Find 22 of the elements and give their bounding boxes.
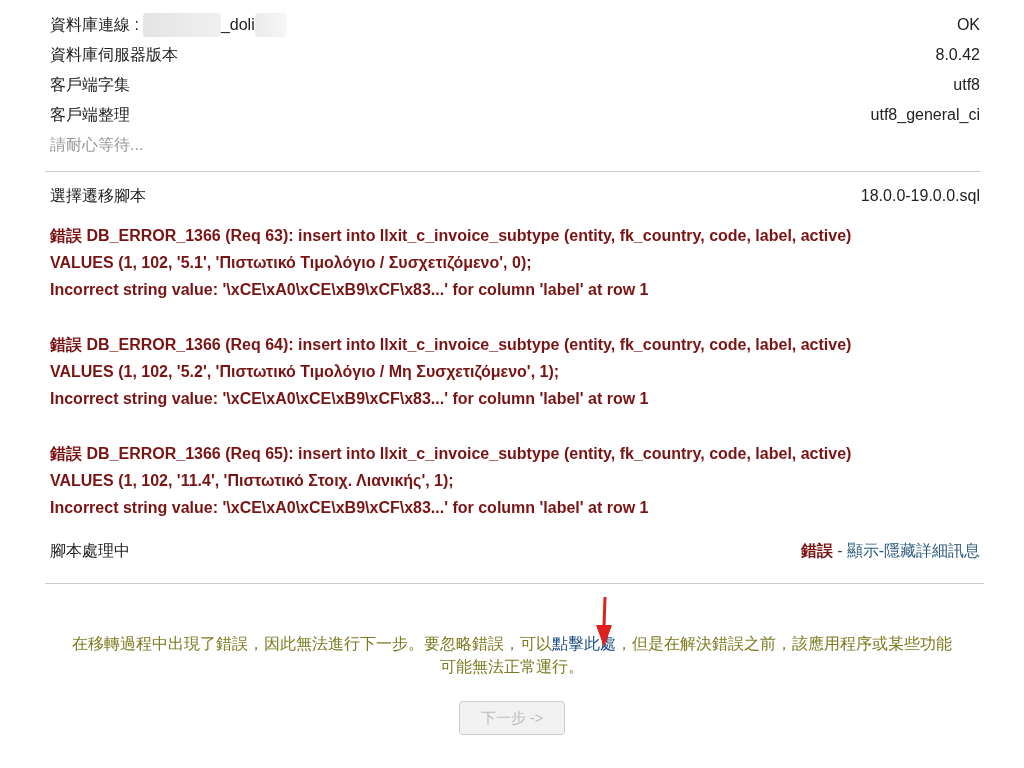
- script-label: 選擇遷移腳本: [50, 186, 146, 206]
- error-message: Incorrect string value: '\xCE\xA0\xCE\xB9\xCF\x83...' for column 'label' at row 1: [50, 280, 650, 300]
- script-file: 18.0.0-19.0.0.sql: [860, 186, 980, 206]
- error-message: Incorrect string value: '\xCE\xA0\xCE\xB9\xCF\x83...' for column 'label' at row 1: [50, 498, 650, 518]
- error-statement: 錯誤 DB_ERROR_1366 (Req 63): insert into llxit_c_invoice_subtype (entity, fk_country, code, label, active) VALUES (1, 102, '5.1', 'Πιστωτικό Τιμολόγιο / Συσχετιζόμενο', 0);: [50, 226, 853, 274]
- info-value: utf8_general_ci: [870, 105, 980, 125]
- info-value: 8.0.42: [935, 45, 980, 65]
- error-statement: 錯誤 DB_ERROR_1366 (Req 64): insert into llxit_c_invoice_subtype (entity, fk_country, code, label, active) VALUES (1, 102, '5.2', 'Πιστωτικό Τιμολόγιο / Μη Συσχετιζόμενο', 1);: [50, 335, 853, 383]
- waiting-text: 請耐心等待...: [50, 135, 144, 155]
- error-statement: 錯誤 DB_ERROR_1366 (Req 65): insert into llxit_c_invoice_subtype (entity, fk_country, code, label, active) VALUES (1, 102, '11.4', 'Πιστωτικό Στοιχ. Λιανικής', 1);: [50, 444, 853, 491]
- info-value: _doli: [220, 15, 255, 35]
- error-status: 錯誤: [801, 541, 834, 561]
- info-value: OK: [956, 15, 980, 35]
- info-value: utf8: [953, 75, 980, 95]
- separator-text: -: [837, 541, 843, 561]
- info-label: 客戶端字集: [50, 75, 130, 95]
- error-message: Incorrect string value: '\xCE\xA0\xCE\xB9\xCF\x83...' for column 'label' at row 1: [50, 389, 650, 409]
- info-label: 資料庫連線 :: [50, 15, 139, 35]
- info-label: 客戶端整理: [50, 105, 130, 125]
- info-label: 資料庫伺服器版本: [50, 45, 178, 65]
- script-status-label: 腳本處理中: [50, 541, 130, 561]
- toggle-details-link[interactable]: 顯示-隱藏詳細訊息: [846, 539, 980, 563]
